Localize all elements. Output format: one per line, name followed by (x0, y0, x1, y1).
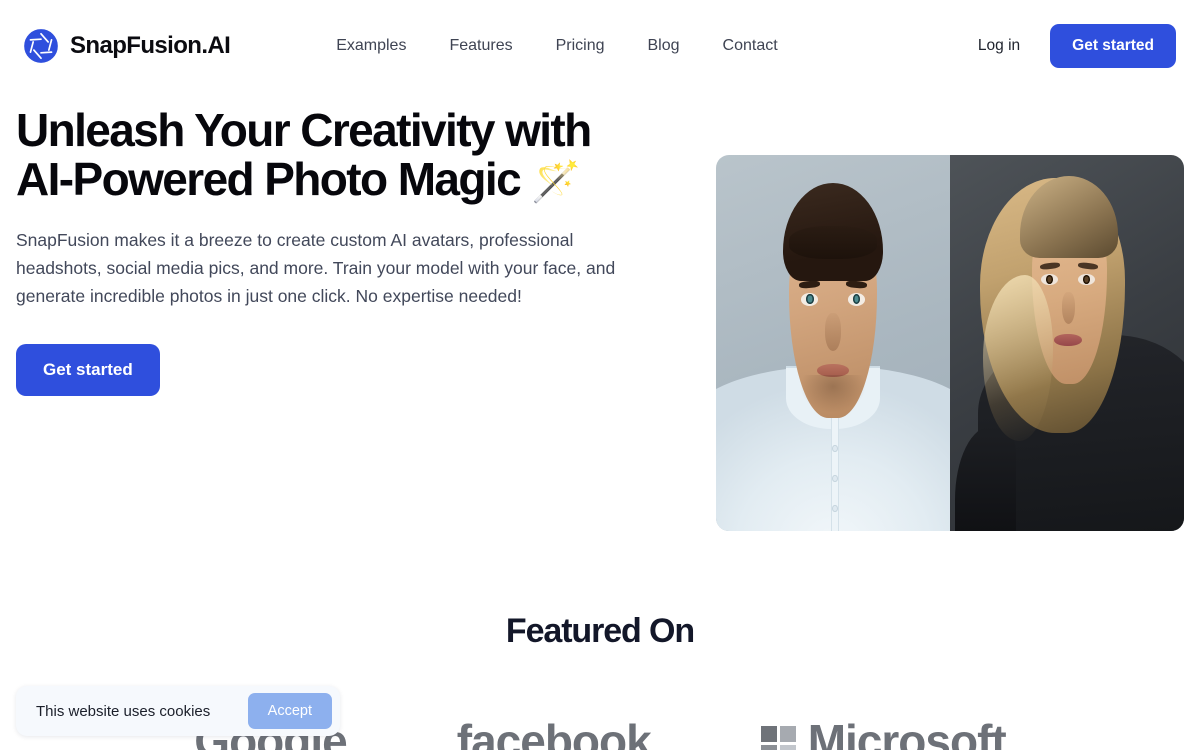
nav-item-pricing[interactable]: Pricing (556, 37, 605, 55)
magic-wand-icon: 🪄 (531, 160, 582, 204)
nav-item-features[interactable]: Features (449, 37, 512, 55)
microsoft-logo: Microsoft (760, 718, 1007, 750)
get-started-button-hero[interactable]: Get started (16, 344, 160, 396)
hero-title-line1: Unleash Your Creativity with (16, 104, 592, 156)
brand-logo-link[interactable]: SnapFusion.AI (24, 29, 231, 63)
hero-title: Unleash Your Creativity with AI-Powered … (16, 106, 676, 207)
featured-on-title: Featured On (505, 612, 695, 650)
brand-name: SnapFusion.AI (70, 32, 231, 59)
site-header: SnapFusion.AI Examples Features Pricing … (0, 0, 1200, 92)
get-started-button-header[interactable]: Get started (1050, 24, 1176, 68)
header-actions: Log in Get started (978, 24, 1176, 68)
featured-on-section: Featured On (0, 612, 1200, 651)
nav-item-examples[interactable]: Examples (336, 37, 406, 55)
hero-photo-male (716, 155, 950, 531)
facebook-logo: facebook (456, 718, 652, 750)
cookie-banner: This website uses cookies Accept (16, 686, 340, 736)
nav-item-blog[interactable]: Blog (648, 37, 680, 55)
hero-copy: Unleash Your Creativity with AI-Powered … (16, 106, 676, 396)
hero-image-pair (716, 155, 1184, 531)
microsoft-logo-text: Microsoft (807, 718, 1007, 750)
primary-nav: Examples Features Pricing Blog Contact (336, 37, 777, 55)
cookie-banner-message: This website uses cookies (36, 702, 211, 720)
hero-title-line2: AI-Powered Photo Magic (16, 153, 522, 205)
hero-subtitle: SnapFusion makes it a breeze to create c… (16, 230, 616, 306)
hero-photo-female (950, 155, 1184, 531)
cookie-accept-button[interactable]: Accept (247, 693, 332, 729)
nav-item-contact[interactable]: Contact (723, 37, 778, 55)
login-link[interactable]: Log in (978, 37, 1020, 55)
landing-page: SnapFusion.AI Examples Features Pricing … (0, 0, 1200, 750)
aperture-icon (24, 29, 58, 63)
microsoft-squares-icon (760, 725, 796, 750)
